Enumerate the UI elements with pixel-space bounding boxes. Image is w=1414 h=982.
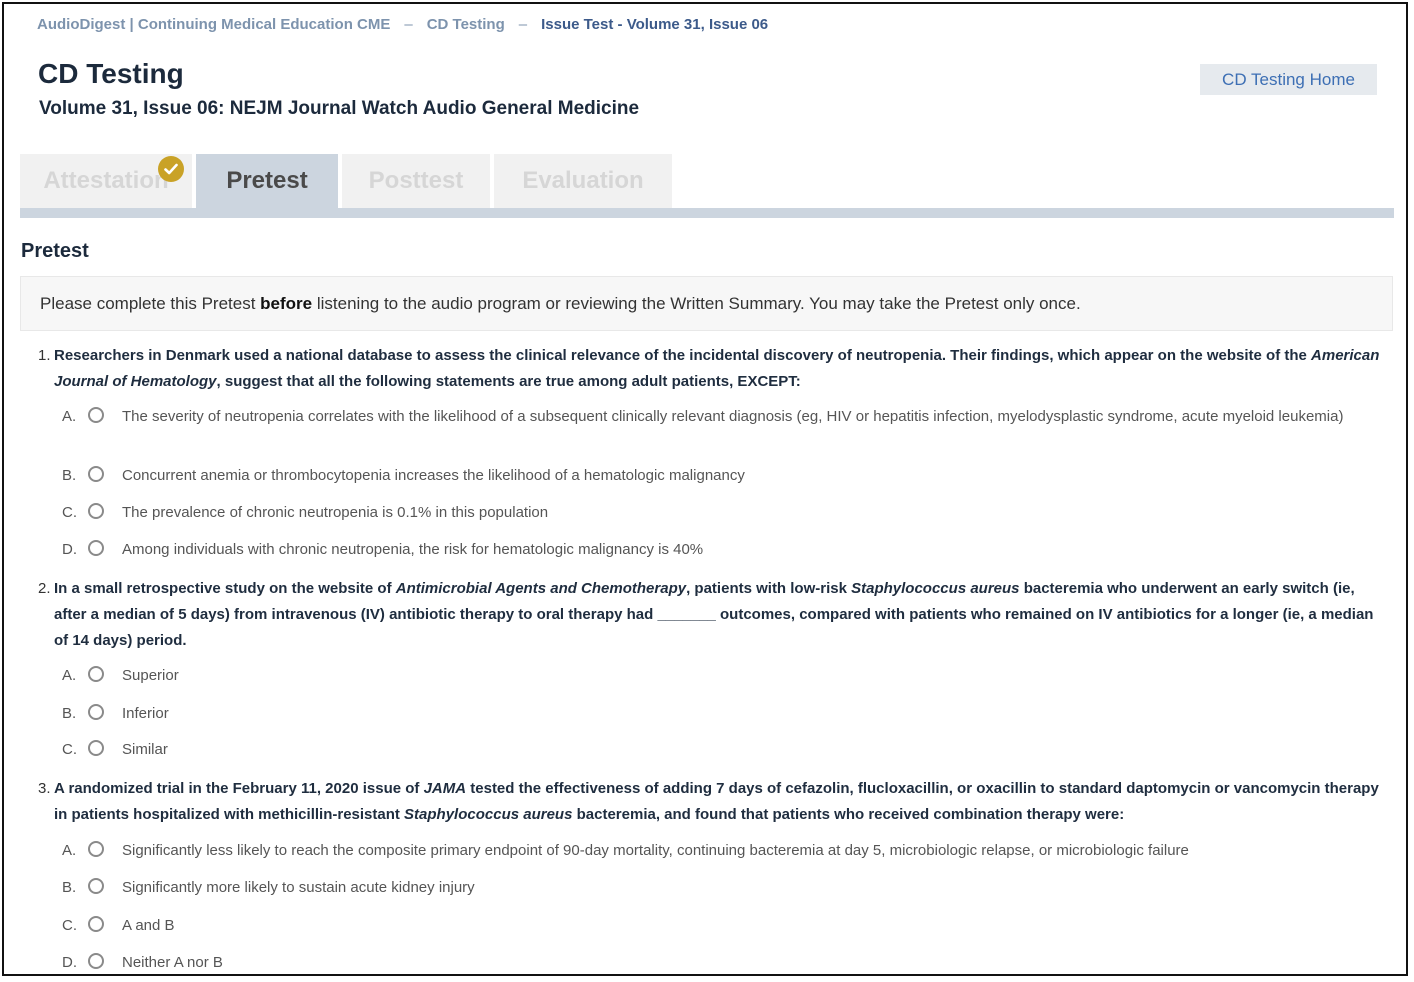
radio-button[interactable] [88, 878, 104, 894]
radio-button[interactable] [88, 841, 104, 857]
question-3: 3. A randomized trial in the February 11… [38, 776, 1390, 828]
notice-text: Please complete this Pretest [40, 293, 261, 313]
option-text: The severity of neutropenia correlates w… [122, 408, 1344, 425]
notice-emphasis: before [260, 293, 313, 313]
option-letter: D. [62, 954, 77, 971]
radio-button[interactable] [88, 666, 104, 682]
tab-underline [20, 208, 1394, 218]
radio-button[interactable] [88, 953, 104, 969]
option-letter: C. [62, 741, 77, 758]
answer-option[interactable]: C. Similar [62, 739, 1352, 761]
section-title: Pretest [21, 240, 89, 262]
question-number: 3. [38, 780, 51, 797]
option-letter: A. [62, 842, 77, 859]
radio-button[interactable] [88, 407, 104, 423]
tab-label: Pretest [226, 167, 308, 194]
question-number: 2. [38, 580, 51, 597]
tab-posttest[interactable]: Posttest [342, 154, 490, 208]
option-letter: A. [62, 667, 77, 684]
radio-button[interactable] [88, 704, 104, 720]
check-icon [158, 156, 184, 182]
option-text: Superior [122, 667, 179, 684]
pretest-notice: Please complete this Pretest before list… [20, 276, 1393, 331]
answer-option[interactable]: B. Inferior [62, 703, 1352, 725]
tab-evaluation[interactable]: Evaluation [494, 154, 672, 208]
option-letter: C. [62, 504, 77, 521]
page-subtitle: Volume 31, Issue 06: NEJM Journal Watch … [39, 98, 640, 119]
answer-option[interactable]: C. A and B [62, 915, 1352, 937]
option-text: Inferior [122, 705, 169, 722]
question-2: 2. In a small retrospective study on the… [38, 576, 1390, 654]
breadcrumb-separator: – [518, 16, 528, 33]
radio-button[interactable] [88, 503, 104, 519]
option-text: Neither A nor B [122, 954, 223, 971]
tab-label: Posttest [368, 167, 464, 194]
radio-button[interactable] [88, 740, 104, 756]
breadcrumb-current: Issue Test - Volume 31, Issue 06 [541, 16, 769, 33]
answer-option[interactable]: A. The severity of neutropenia correlate… [62, 406, 1352, 428]
option-text: Significantly more likely to sustain acu… [122, 879, 475, 896]
question-text: A randomized trial in the February 11, 2… [54, 780, 1379, 823]
option-text: Concurrent anemia or thrombocytopenia in… [122, 467, 745, 484]
option-text: Similar [122, 741, 168, 758]
option-letter: B. [62, 705, 77, 722]
page-frame: AudioDigest | Continuing Medical Educati… [2, 2, 1408, 976]
tab-pretest[interactable]: Pretest [196, 154, 338, 208]
option-text: A and B [122, 917, 175, 934]
question-1: 1. Researchers in Denmark used a nationa… [38, 343, 1390, 395]
option-letter: A. [62, 408, 77, 425]
option-letter: D. [62, 541, 77, 558]
radio-button[interactable] [88, 540, 104, 556]
breadcrumb-site-link[interactable]: AudioDigest | Continuing Medical Educati… [37, 16, 390, 33]
answer-option[interactable]: A. Superior [62, 665, 1352, 687]
cd-testing-home-button[interactable]: CD Testing Home [1200, 64, 1377, 95]
option-letter: C. [62, 917, 77, 934]
option-text: The prevalence of chronic neutropenia is… [122, 504, 549, 521]
radio-button[interactable] [88, 916, 104, 932]
question-text: Researchers in Denmark used a national d… [54, 347, 1380, 390]
tab-label: Evaluation [522, 167, 644, 194]
breadcrumb: AudioDigest | Continuing Medical Educati… [37, 16, 768, 33]
tab-label: Attestation [43, 167, 169, 194]
radio-button[interactable] [88, 466, 104, 482]
notice-text: listening to the audio program or review… [312, 293, 1081, 313]
answer-option[interactable]: B. Significantly more likely to sustain … [62, 877, 1352, 899]
option-text: Among individuals with chronic neutropen… [122, 541, 704, 558]
breadcrumb-section-link[interactable]: CD Testing [427, 16, 505, 33]
question-text: In a small retrospective study on the we… [54, 580, 1374, 649]
option-text: Significantly less likely to reach the c… [122, 842, 1189, 859]
option-letter: B. [62, 879, 77, 896]
answer-option[interactable]: C. The prevalence of chronic neutropenia… [62, 502, 1352, 524]
tab-attestation[interactable]: Attestation [20, 154, 192, 208]
page-title: CD Testing [38, 58, 184, 89]
breadcrumb-separator: – [404, 16, 413, 33]
option-letter: B. [62, 467, 77, 484]
answer-option[interactable]: A. Significantly less likely to reach th… [62, 840, 1352, 862]
answer-option[interactable]: D. Neither A nor B [62, 952, 1352, 974]
answer-option[interactable]: D. Among individuals with chronic neutro… [62, 539, 1352, 561]
answer-option[interactable]: B. Concurrent anemia or thrombocytopenia… [62, 465, 1352, 487]
question-number: 1. [38, 347, 51, 364]
